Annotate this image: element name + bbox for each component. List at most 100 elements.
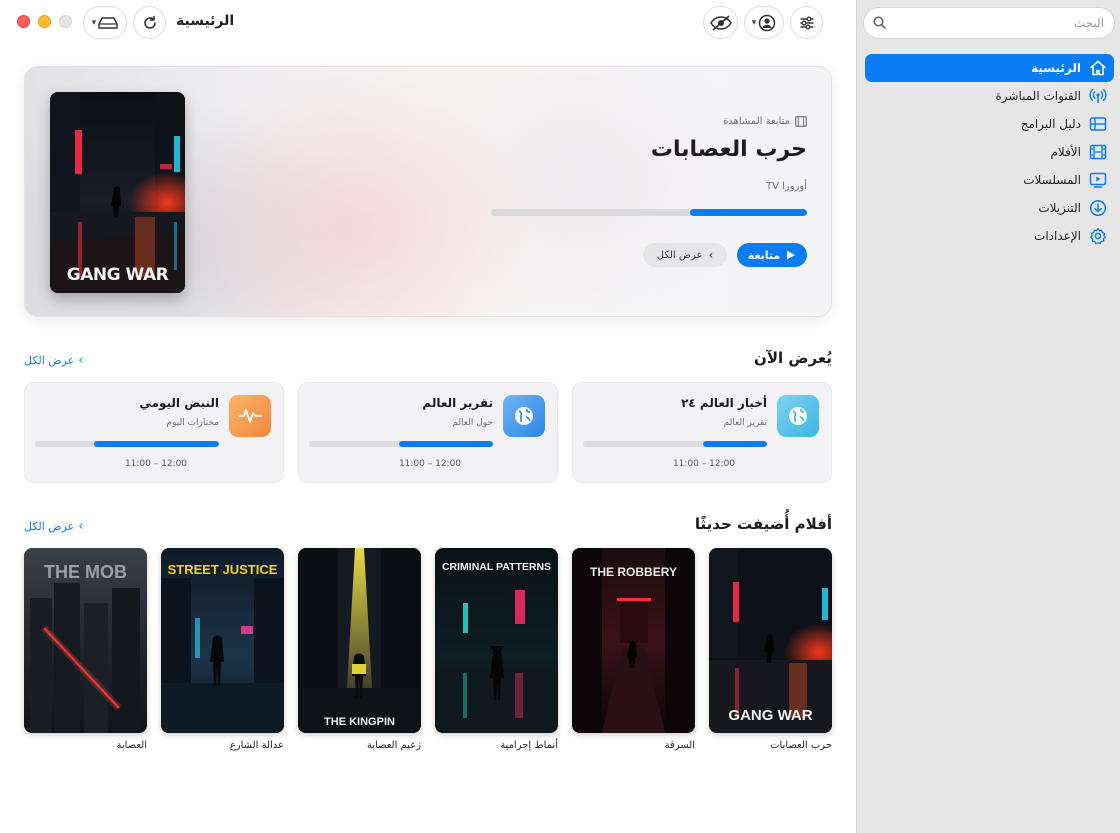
play-icon: [787, 250, 796, 260]
globe-icon: [789, 407, 807, 425]
channel-logo: [503, 395, 545, 437]
refresh-icon: [143, 15, 156, 29]
sidebar-item-series[interactable]: المسلسلات: [865, 166, 1114, 194]
channel-progress-fill: [702, 441, 767, 447]
channel-logo: [229, 395, 271, 437]
continue-watching-text: متابعة المشاهدة: [723, 116, 790, 127]
new-movies-view-all-label: عرض الكل: [24, 520, 75, 533]
now-showing-view-all[interactable]: › عرض الكل: [24, 353, 83, 368]
refresh-button[interactable]: [133, 6, 166, 39]
sidebar-item-label: التنزيلات: [1038, 201, 1081, 215]
channel-time: 11:00 – 12:00: [124, 459, 188, 469]
minimize-window-button[interactable]: [38, 15, 51, 28]
channel-progress-fill: [399, 441, 493, 447]
movie-poster: THE MOB: [24, 548, 147, 733]
continue-button-label: متابعة: [747, 248, 781, 262]
chevron-left-icon: ›: [78, 519, 84, 534]
channel-program: حول العالم: [452, 418, 493, 428]
sidebar-nav: الرئيسية القنوات المباشرة دليل البرامج ا…: [865, 54, 1114, 250]
now-showing-title: يُعرض الآن: [754, 349, 832, 367]
channel-name: أخبار العالم ٢٤: [681, 396, 767, 410]
guide-icon: [1089, 117, 1107, 131]
storage-menu-button[interactable]: ▾: [83, 6, 127, 39]
sidebar-item-downloads[interactable]: التنزيلات: [865, 194, 1114, 222]
movie-poster: STREET JUSTICE: [161, 548, 284, 733]
sidebar-item-home[interactable]: الرئيسية: [865, 54, 1114, 82]
sidebar-item-settings[interactable]: الإعدادات: [865, 222, 1114, 250]
movie-card[interactable]: CRIMINAL PATTERNS أنماط إجرامية: [435, 548, 558, 751]
close-window-button[interactable]: [17, 15, 30, 28]
house-icon: [1090, 60, 1106, 76]
channel-card[interactable]: النبض اليومي مختارات اليوم 11:00 – 12:00: [24, 382, 284, 483]
now-showing-view-all-label: عرض الكل: [24, 354, 75, 367]
sidebar-item-label: الرئيسية: [1031, 61, 1081, 75]
profile-menu-button[interactable]: ▾: [744, 6, 784, 39]
search-field[interactable]: البحث: [863, 7, 1115, 39]
continue-watching-label: متابعة المشاهدة: [723, 116, 807, 127]
movie-poster: CRIMINAL PATTERNS: [435, 548, 558, 733]
antenna-icon: [1089, 88, 1107, 103]
chevron-down-icon: ▾: [751, 17, 757, 28]
gang-war-poster-art: GANG WAR: [50, 92, 185, 293]
channel-card[interactable]: تقرير العالم حول العالم 11:00 – 12:00: [298, 382, 558, 483]
movie-card[interactable]: STREET JUSTICE عدالة الشارع: [161, 548, 284, 751]
channel-time: 11:00 – 12:00: [398, 459, 462, 469]
poster-title: THE ROBBERY: [590, 565, 677, 579]
movie-card[interactable]: THE ROBBERY السرقة: [572, 548, 695, 751]
sidebar: البحث الرئيسية القنوات المباشرة دليل الب…: [856, 0, 1120, 833]
movie-title: العصابة: [116, 740, 147, 751]
poster-title: THE MOB: [44, 562, 127, 582]
new-movies-title: أفلام أُضيفت حديثًا: [694, 515, 832, 533]
pulse-icon: [238, 409, 262, 423]
sidebar-item-label: الإعدادات: [1034, 229, 1081, 243]
sidebar-item-guide[interactable]: دليل البرامج: [865, 110, 1114, 138]
channel-program: تقرير العالم: [723, 418, 767, 428]
sidebar-item-live-channels[interactable]: القنوات المباشرة: [865, 82, 1114, 110]
movie-title: عدالة الشارع: [229, 740, 284, 751]
channel-progress-bar: [583, 441, 767, 447]
hero-poster[interactable]: GANG WAR: [50, 92, 185, 293]
window-controls: [17, 15, 72, 28]
movie-title: حرب العصابات: [770, 740, 832, 751]
sidebar-item-movies[interactable]: الأفلام: [865, 138, 1114, 166]
app-window: ▾ الرئيسية ▾ البحث الرئيسية القنوات المب…: [0, 0, 1120, 833]
channel-progress-bar: [309, 441, 493, 447]
channel-name: تقرير العالم: [422, 396, 493, 410]
globe-icon: [515, 407, 533, 425]
hide-content-button[interactable]: [703, 6, 738, 39]
channel-progress-fill: [93, 441, 219, 447]
movie-poster: GANG WAR: [709, 548, 832, 733]
film-icon: [795, 116, 807, 127]
zoom-window-button[interactable]: [59, 15, 72, 28]
drive-icon: [98, 16, 119, 29]
tv-icon: [1089, 172, 1107, 188]
movie-card[interactable]: GANG WAR حرب العصابات: [709, 548, 832, 751]
filters-button[interactable]: [790, 6, 823, 39]
poster-title: GANG WAR: [67, 265, 169, 285]
movie-title: أنماط إجرامية: [500, 740, 558, 751]
hero-view-all-button[interactable]: › عرض الكل: [643, 243, 727, 267]
movie-poster: THE KINGPIN: [298, 548, 421, 733]
poster-title: GANG WAR: [728, 707, 812, 724]
continue-button[interactable]: متابعة: [737, 243, 807, 267]
eye-slash-icon: [709, 14, 732, 31]
sidebar-item-label: القنوات المباشرة: [995, 89, 1082, 103]
film-icon: [1089, 144, 1107, 160]
movie-title: السرقة: [664, 740, 695, 751]
new-movies-view-all[interactable]: › عرض الكل: [24, 519, 83, 534]
channel-name: النبض اليومي: [139, 396, 219, 410]
user-circle-icon: [759, 14, 776, 31]
search-icon: [873, 16, 886, 29]
movie-card[interactable]: THE MOB العصابة: [24, 548, 147, 751]
hero-progress-fill: [690, 209, 807, 216]
sidebar-item-label: دليل البرامج: [1020, 117, 1081, 131]
movie-card[interactable]: THE KINGPIN زعيم العصابة: [298, 548, 421, 751]
poster-title: THE KINGPIN: [324, 716, 395, 728]
channel-card[interactable]: أخبار العالم ٢٤ تقرير العالم 11:00 – 12:…: [572, 382, 832, 483]
channel-progress-bar: [35, 441, 219, 447]
movie-title: زعيم العصابة: [366, 740, 421, 751]
chevron-left-icon: ›: [708, 248, 714, 262]
chevron-down-icon: ▾: [91, 17, 97, 28]
chevron-left-icon: ›: [78, 353, 84, 368]
channel-time: 11:00 – 12:00: [672, 459, 736, 469]
